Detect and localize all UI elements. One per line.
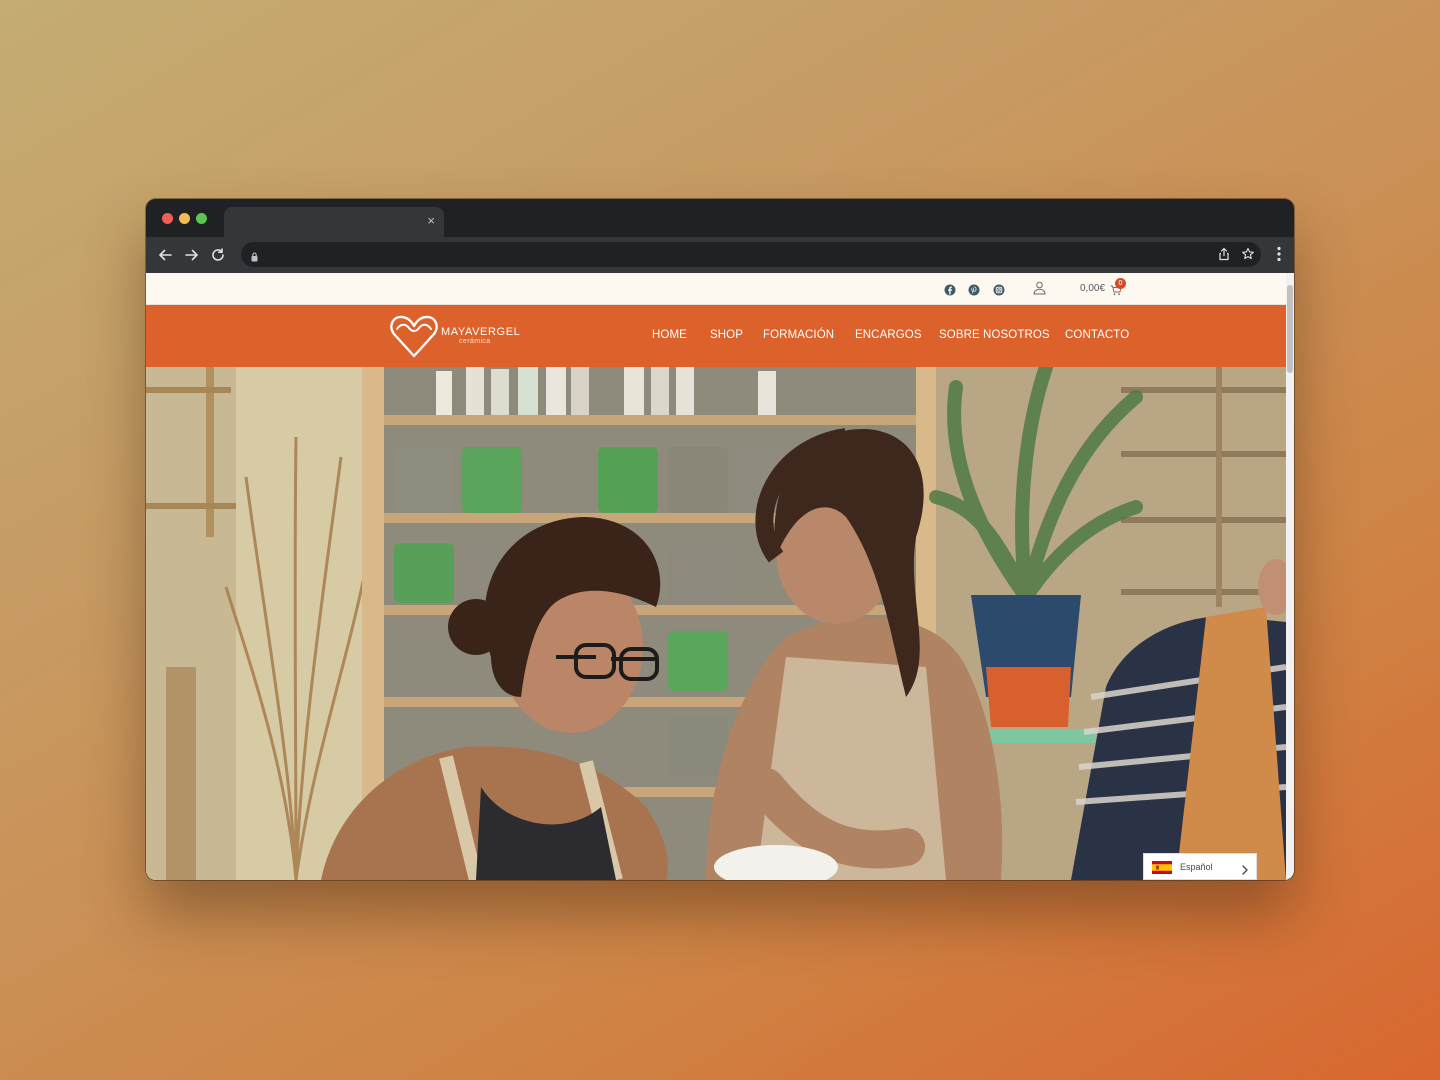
- brand-name[interactable]: MAYAVERGEL: [441, 326, 520, 338]
- address-bar[interactable]: [241, 242, 1261, 267]
- nav-item-formacion[interactable]: FORMACIÓN: [763, 329, 834, 341]
- top-utility-bar: 0,00€ 0: [146, 273, 1286, 305]
- share-icon[interactable]: [1218, 247, 1230, 266]
- nav-item-shop[interactable]: SHOP: [710, 329, 743, 341]
- cart-total[interactable]: 0,00€: [1080, 283, 1105, 294]
- hero-photo-pottery-workshop: [146, 367, 1286, 880]
- minimize-window-button[interactable]: [179, 213, 190, 224]
- browser-titlebar: ×: [146, 199, 1294, 237]
- nav-item-encargos[interactable]: ENCARGOS: [855, 329, 922, 341]
- language-label: Español: [1180, 862, 1213, 872]
- spain-flag-icon: [1152, 861, 1172, 874]
- web-page: 0,00€ 0 MAYAVERGEL cerámica HOME SHOP FO…: [146, 273, 1294, 880]
- cart-count-badge: 0: [1115, 278, 1126, 289]
- browser-toolbar: [146, 237, 1294, 273]
- back-arrow-icon[interactable]: [155, 245, 175, 265]
- language-switcher[interactable]: Español: [1143, 853, 1257, 880]
- maximize-window-button[interactable]: [196, 213, 207, 224]
- instagram-icon[interactable]: [993, 283, 1005, 296]
- main-navbar: MAYAVERGEL cerámica HOME SHOP FORMACIÓN …: [146, 305, 1286, 367]
- page-scrollbar[interactable]: [1286, 273, 1294, 880]
- tab-close-icon[interactable]: ×: [427, 213, 435, 229]
- user-icon[interactable]: [1033, 281, 1046, 300]
- lock-icon: [251, 249, 258, 267]
- nav-item-sobre-nosotros[interactable]: SOBRE NOSOTROS: [939, 329, 1050, 341]
- brand-tagline: cerámica: [459, 338, 491, 345]
- kebab-menu-icon[interactable]: [1276, 245, 1282, 268]
- reload-icon[interactable]: [208, 245, 228, 265]
- browser-tab[interactable]: ×: [224, 207, 444, 237]
- forward-arrow-icon[interactable]: [182, 245, 202, 265]
- close-window-button[interactable]: [162, 213, 173, 224]
- scrollbar-thumb[interactable]: [1287, 285, 1293, 373]
- heart-logo-icon[interactable]: [389, 313, 439, 364]
- nav-item-contacto[interactable]: CONTACTO: [1065, 329, 1129, 341]
- nav-item-home[interactable]: HOME: [652, 329, 687, 341]
- facebook-icon[interactable]: [944, 283, 956, 296]
- hero-image: [146, 367, 1286, 880]
- pinterest-icon[interactable]: [968, 283, 980, 296]
- bookmark-star-icon[interactable]: [1241, 247, 1255, 266]
- browser-window: × 0,00€ 0 MAYAVERGEL cerámica HOME SHOP …: [146, 199, 1294, 880]
- chevron-right-icon[interactable]: [1242, 862, 1248, 880]
